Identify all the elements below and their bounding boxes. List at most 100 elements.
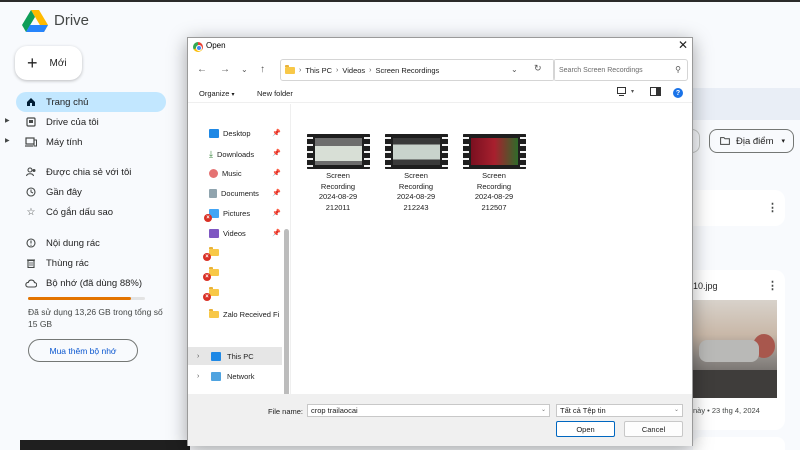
quick-access-folder[interactable] [209,267,223,276]
quick-access-folder[interactable] [209,287,223,296]
more-options-icon[interactable]: ⋮ [767,279,778,292]
folder-icon [209,309,219,318]
buy-storage-button[interactable]: Mua thêm bộ nhớ [28,339,138,362]
chevron-down-icon[interactable]: ▾ [631,88,634,95]
file-label-line: Recording [398,181,434,191]
chevron-down-icon[interactable]: ⌄ [511,65,518,74]
back-arrow-icon[interactable]: ← [197,64,207,75]
video-thumbnail[interactable] [307,134,370,169]
file-name-label: File name: [268,407,304,416]
film-strip [442,134,448,169]
forward-arrow-icon[interactable]: → [220,64,230,75]
chrome-icon [193,42,203,52]
pin-icon: 📌 [272,150,281,157]
nav-item-computers[interactable]: ▶ Máy tính [5,132,166,152]
more-options-icon[interactable]: ⋮ [767,201,778,214]
location-filter-chip[interactable]: Địa điểm ▾ [709,129,794,153]
up-arrow-icon[interactable]: ↑ [260,64,265,75]
chevron-down-icon: ▾ [781,138,786,145]
tree-item-this-pc[interactable]: › This PC [188,347,282,365]
file-label[interactable]: Screen Recording 2024-08-29 212243 [376,171,456,213]
tree-item-label: This PC [227,351,254,361]
quick-access-music[interactable]: Music [209,169,242,178]
quick-access-folder[interactable] [209,247,223,256]
file-type-select[interactable]: Tất cả Tệp tin ⌄ [556,404,683,417]
quick-access-label: Downloads [216,150,255,159]
file-thumbnail-photo[interactable] [693,300,777,398]
filter-bar-background [693,88,800,120]
search-input[interactable]: Search Screen Recordings ⚲ [553,59,688,81]
view-options-icon[interactable] [617,87,628,96]
quick-access-documents[interactable]: Documents [209,189,259,198]
recent-locations-icon[interactable]: ⌄ [241,65,248,74]
file-label-line: 212011 [325,202,351,212]
quick-access-desktop[interactable]: Desktop [209,129,251,138]
new-folder-button[interactable]: New folder [257,89,293,98]
open-button[interactable]: Open [556,421,615,437]
file-label-line: 212507 [481,202,507,212]
navigation-pane[interactable]: Desktop 📌 ⤓ Downloads 📌 Music 📌 Document… [188,104,291,434]
nav-item-storage[interactable]: Bộ nhớ (đã dùng 88%) [16,273,166,293]
film-strip [364,134,370,169]
window-top-border [0,0,800,2]
chevron-right-icon[interactable]: › [197,373,205,380]
star-icon: ☆ [26,206,36,218]
film-strip [520,134,526,169]
quick-access-zalo-folder[interactable]: Zalo Received Fi [209,309,279,319]
expand-caret-icon[interactable]: ▶ [5,117,10,124]
file-label[interactable]: Screen Recording 2024-08-29 212507 [454,171,534,213]
nav-label: Được chia sẻ với tôi [46,166,132,178]
cancel-button[interactable]: Cancel [624,421,683,437]
quick-access-pictures[interactable]: Pictures [209,209,250,218]
file-card[interactable] [693,437,785,450]
nav-item-my-drive[interactable]: ▶ Drive của tôi [5,112,166,132]
nav-label: Nội dung rác [46,237,100,249]
film-strip [463,134,469,169]
quick-access-label: Videos [223,229,246,238]
breadcrumb-separator-icon: › [299,66,302,74]
breadcrumb-item[interactable]: Screen Recordings [376,66,440,75]
file-label[interactable]: Screen Recording 2024-08-29 212011 [298,171,378,213]
expand-caret-icon[interactable]: ▶ [5,137,10,144]
nav-item-recent[interactable]: Gần đây [16,182,166,202]
nav-label: Gần đây [46,186,82,198]
tree-item-network[interactable]: › Network [188,367,282,385]
file-name-input[interactable]: crop trailaocai ⌄ [307,404,550,417]
close-icon[interactable]: ✕ [678,38,688,52]
video-thumbnail[interactable] [463,134,526,169]
quick-access-videos[interactable]: Videos [209,229,246,238]
help-icon[interactable]: ? [673,88,683,98]
nav-item-shared[interactable]: Được chia sẻ với tôi [16,162,166,182]
storage-usage-text: Đã sử dụng 13,26 GB trong tổng số 15 GB [28,307,163,329]
quick-access-label: Pictures [223,209,251,218]
toolbar-divider [188,102,692,103]
photo-road [693,370,777,398]
location-chip-label: Địa điểm [736,135,774,147]
preview-pane-icon[interactable] [650,87,661,96]
refresh-icon[interactable]: ↻ [534,63,542,74]
video-frame [393,138,440,165]
quick-access-downloads[interactable]: ⤓ Downloads [209,149,254,160]
clock-icon [16,187,46,197]
nav-item-home[interactable]: Trang chủ [16,92,166,112]
nav-item-trash[interactable]: Thùng rác [16,253,166,273]
chevron-right-icon[interactable]: › [197,353,205,360]
organize-label: Organize [199,89,230,98]
chevron-down-icon[interactable]: ⌄ [541,406,546,413]
sync-error-icon: × [203,253,211,261]
organize-menu[interactable]: Organize ▾ [199,89,235,98]
breadcrumb-item[interactable]: Videos [342,66,365,75]
videos-icon [209,229,219,238]
new-button[interactable]: + Mới [15,46,82,80]
computer-icon: ▶ [5,137,46,147]
breadcrumb-item[interactable]: This PC [305,66,332,75]
nav-label: Máy tính [46,136,83,148]
file-type-value: Tất cả Tệp tin [560,406,606,415]
download-icon: ⤓ [209,149,213,159]
nav-item-starred[interactable]: ☆ Có gắn dấu sao [16,202,166,222]
video-thumbnail[interactable] [385,134,448,169]
chevron-down-icon: ▾ [231,92,235,98]
cloud-icon [16,279,46,288]
new-button-label: Mới [49,57,67,69]
nav-item-spam[interactable]: Nội dung rác [16,233,166,253]
